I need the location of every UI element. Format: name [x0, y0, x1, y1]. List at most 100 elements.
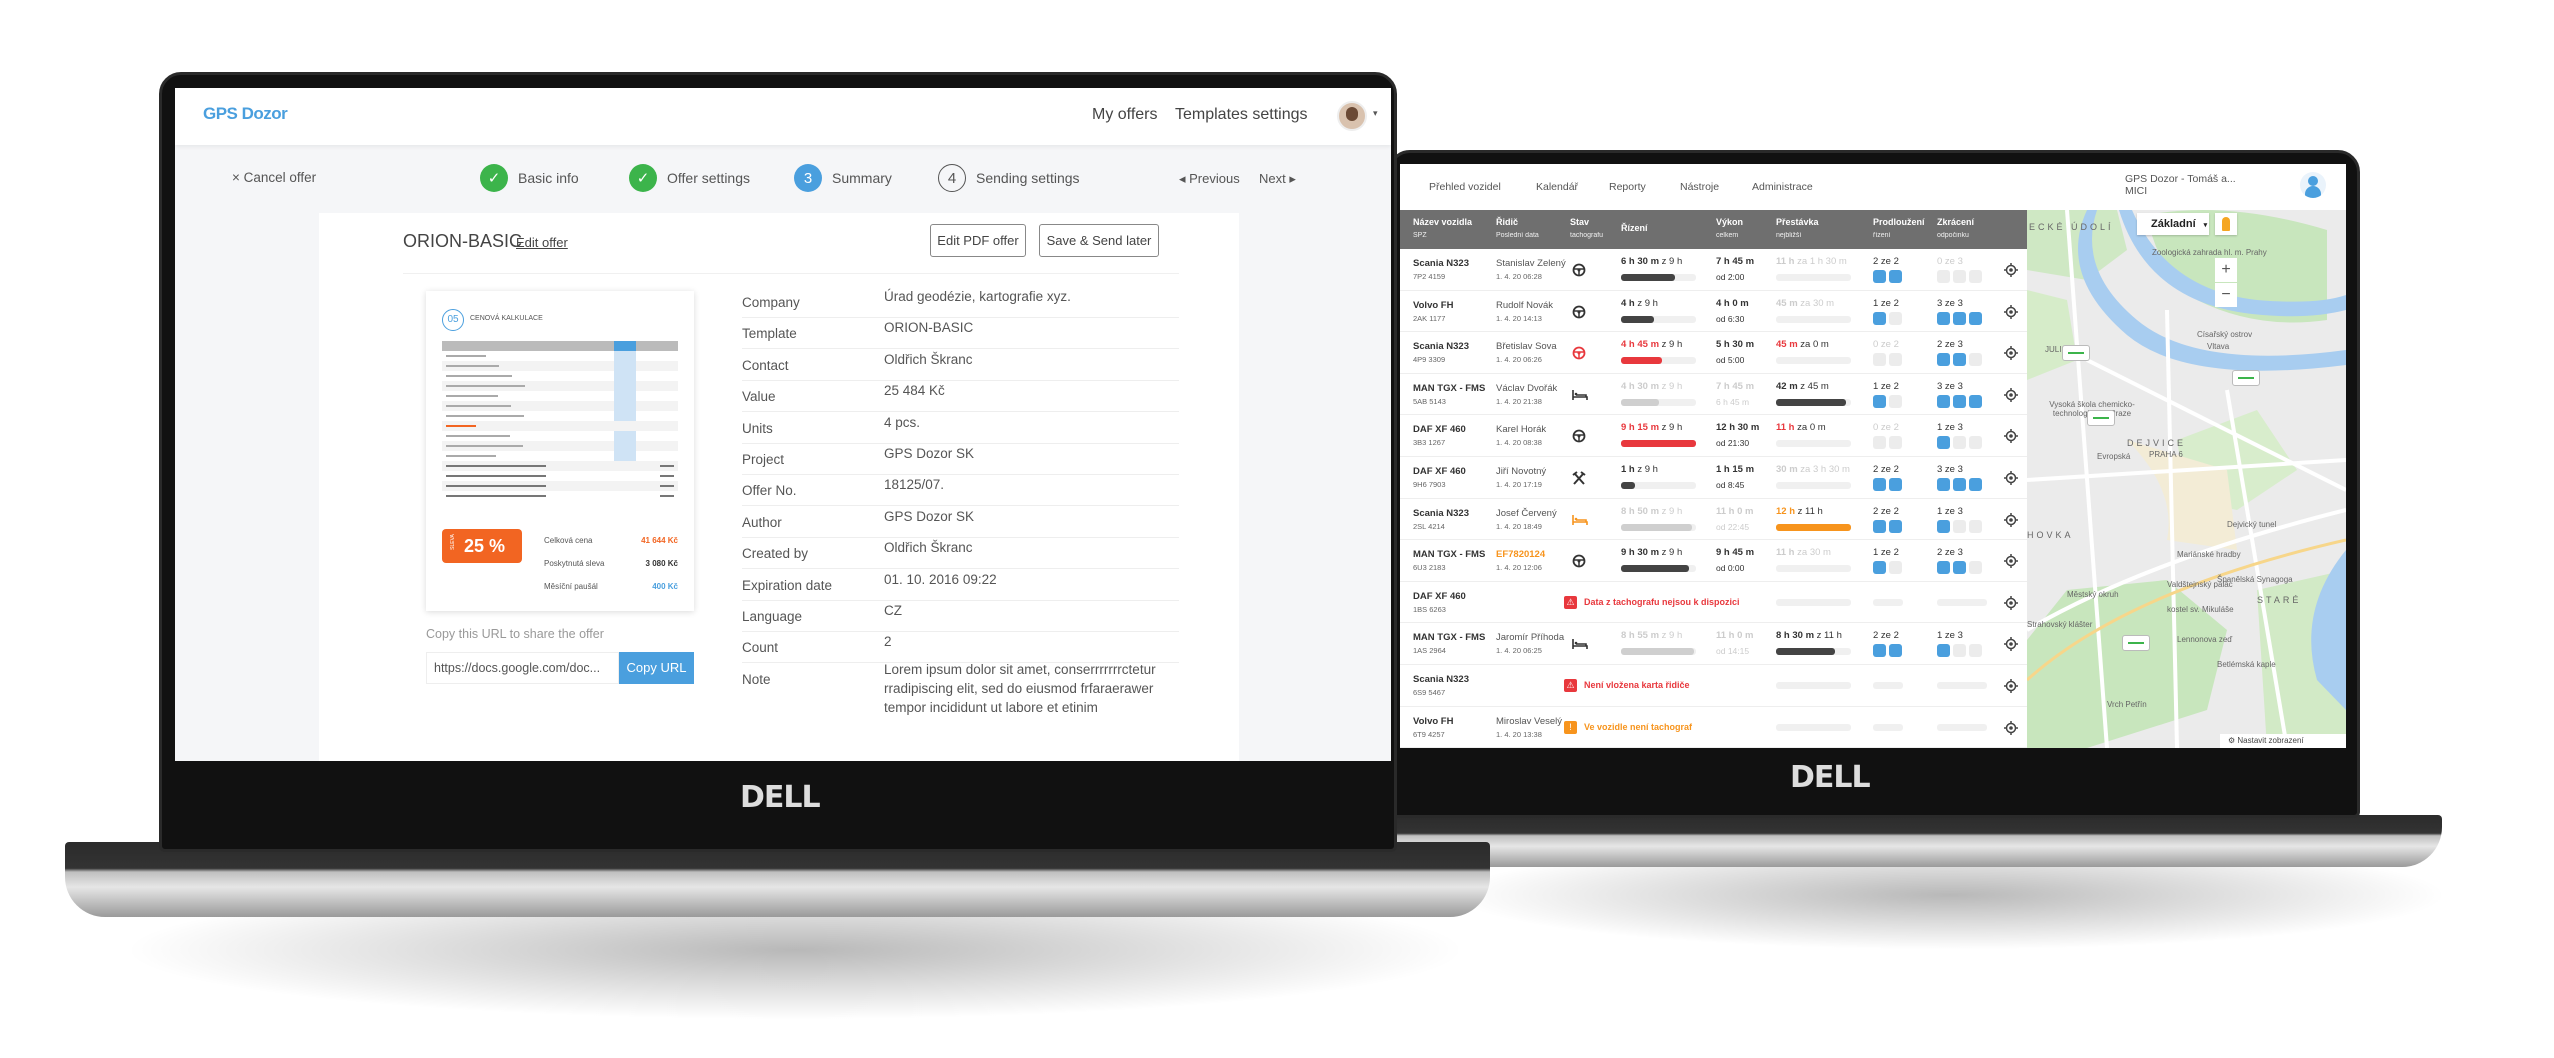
locate-target-icon[interactable] [2004, 637, 2018, 656]
table-row[interactable]: MAN TGX - FMS 5AB 5143 Václav Dvořák 1. 4. … [1400, 373, 2027, 416]
nav-my-offers[interactable]: My offers [1092, 106, 1158, 124]
table-row[interactable]: Scania N323 2SL 4214 Josef Červený 1. 4. 20… [1400, 498, 2027, 541]
share-url-label: Copy this URL to share the offer [426, 627, 604, 641]
locate-target-icon[interactable] [2004, 346, 2018, 365]
break-progress-bar [1776, 482, 1851, 489]
progress-fill [1776, 398, 1846, 406]
cancel-offer-button[interactable]: × Cancel offer [232, 170, 316, 185]
edit-offer-link[interactable]: Edit offer [516, 235, 568, 250]
vehicle-marker-icon[interactable] [2087, 410, 2115, 426]
vehicle-name[interactable]: Volvo FH [1413, 716, 1453, 727]
locate-target-icon[interactable] [2004, 304, 2018, 324]
vehicle-marker-icon[interactable] [2062, 345, 2090, 361]
column-header[interactable]: Zkrácení odpočinku [1937, 216, 1974, 242]
step-summary[interactable]: 3 Summary [794, 164, 892, 192]
break-progress-bar [1776, 315, 1851, 323]
vehicle-name[interactable]: Volvo FH [1413, 300, 1453, 311]
used-slot [1889, 644, 1902, 658]
nav-templates-settings[interactable]: Templates settings [1175, 106, 1308, 124]
step-basic-info[interactable]: ✓ Basic info [480, 164, 579, 192]
column-header[interactable]: Výkon celkem [1716, 216, 1743, 242]
map-type-select[interactable]: Základní ▾ [2137, 213, 2209, 235]
locate-target-icon[interactable] [2004, 387, 2018, 407]
column-header[interactable]: Řidič Poslední data [1496, 216, 1539, 242]
locate-target-icon[interactable] [2004, 471, 2018, 490]
table-row[interactable]: Volvo FH 6T9 4257 Miroslav Veselý 1. 4. 20 … [1400, 706, 2027, 748]
driver-name: Miroslav Veselý [1496, 715, 1562, 727]
nav-vehicles[interactable]: Přehled vozidel [1429, 181, 1501, 193]
locate-target-icon[interactable] [2004, 720, 2018, 740]
vehicle-name[interactable]: DAF XF 460 [1413, 591, 1466, 602]
copy-url-button[interactable]: Copy URL [619, 652, 694, 684]
vehicle-marker-icon[interactable] [2122, 635, 2150, 651]
account-sub: MICI [2125, 185, 2148, 197]
table-row[interactable]: DAF XF 460 3B3 1267 Karel Horák 1. 4. 20 08… [1400, 415, 2027, 457]
column-header[interactable]: Prodloužení řízení [1873, 216, 1925, 242]
work-since: od 14:15 [1716, 646, 1750, 657]
step-offer-settings[interactable]: ✓ Offer settings [629, 164, 750, 192]
table-row[interactable]: Volvo FH 2AK 1177 Rudolf Novák 1. 4. 20 14:… [1400, 290, 2027, 333]
account-menu[interactable]: GPS Dozor - Tomáš a... MICI [2125, 173, 2236, 197]
vehicle-name[interactable]: DAF XF 460 [1413, 424, 1466, 435]
user-avatar-icon[interactable] [2300, 172, 2326, 198]
locate-target-icon[interactable] [2004, 595, 2018, 615]
locate-target-icon[interactable] [2004, 263, 2018, 282]
vehicle-name[interactable]: MAN TGX - FMS [1413, 383, 1485, 394]
progress-fill [1621, 398, 1659, 406]
vehicle-name[interactable]: Scania N323 [1413, 341, 1469, 352]
map[interactable]: ECKÉ ÚDOLÍ Zoologická zahrada hl. m. Prah… [2027, 210, 2346, 748]
next-button[interactable]: Next ▸ [1259, 171, 1296, 187]
table-row[interactable]: DAF XF 460 9H6 7903 Jiří Novotný 1. 4. 20 1… [1400, 457, 2027, 499]
column-header[interactable]: Stav tachografu [1570, 216, 1603, 242]
zoom-out-button[interactable]: − [2215, 283, 2237, 307]
break-sub: za 0 m [1800, 339, 1829, 351]
vehicle-marker-icon[interactable] [2232, 370, 2260, 386]
locate-target-icon[interactable] [2004, 679, 2018, 698]
logo[interactable]: GPS Dozor [203, 104, 288, 124]
steering-wheel-icon [1572, 305, 1586, 324]
rest-reduction-indicators [1937, 436, 1985, 454]
nav-administration[interactable]: Administrace [1752, 181, 1813, 193]
edit-pdf-offer-button[interactable]: Edit PDF offer [930, 224, 1026, 257]
table-row[interactable]: DAF XF 460 1BS 6263 ⚠ Data z tachografu nej… [1400, 581, 2027, 624]
share-url-input[interactable]: https://docs.google.com/doc... [426, 652, 619, 684]
vehicle-name[interactable]: MAN TGX - FMS [1413, 632, 1485, 643]
driving-extension-count: 1 ze 2 [1873, 380, 1899, 392]
vehicle-name[interactable]: Scania N323 [1413, 674, 1469, 685]
nav-tools[interactable]: Nástroje [1680, 181, 1719, 193]
table-row[interactable]: Scania N323 6S9 5467 ⚠ Není vložena karta ř… [1400, 665, 2027, 707]
locate-target-icon[interactable] [2004, 512, 2018, 532]
nav-reports[interactable]: Reporty [1609, 181, 1646, 193]
table-row[interactable]: MAN TGX - FMS 6U3 2183 EF7820124 1. 4. 20 1… [1400, 540, 2027, 582]
vehicle-name[interactable]: Scania N323 [1413, 508, 1469, 519]
column-header[interactable]: Název vozidla SPZ [1413, 216, 1472, 242]
column-header[interactable]: Řízení [1621, 222, 1648, 235]
detail-value: 25 484 Kč [884, 383, 945, 399]
break-time: 8 h 30 m z 11 h [1776, 630, 1842, 641]
vehicle-name[interactable]: Scania N323 [1413, 258, 1469, 269]
zoom-in-button[interactable]: + [2215, 258, 2237, 282]
chevron-down-icon[interactable]: ▾ [1373, 108, 1378, 119]
column-header[interactable]: Přestávka nejbližší [1776, 216, 1819, 242]
driving-extension-indicators [1873, 394, 1905, 413]
table-row[interactable]: Scania N323 4P9 3309 Břetislav Sova 1. 4. 2… [1400, 332, 2027, 374]
previous-button[interactable]: ◂ Previous [1179, 171, 1240, 187]
vehicle-name[interactable]: DAF XF 460 [1413, 466, 1466, 477]
work-since: od 8:45 [1716, 480, 1745, 490]
locate-target-icon[interactable] [2004, 554, 2018, 573]
user-avatar[interactable] [1337, 101, 1367, 131]
step-sending-settings[interactable]: 4 Sending settings [938, 164, 1080, 192]
offer-pdf-preview[interactable]: 05 CENOVÁ KALKULACE SLEVA 25 % Celková c… [426, 291, 694, 611]
table-row[interactable]: MAN TGX - FMS 1AS 2964 Jaromír Příhoda 1. 4… [1400, 623, 2027, 665]
vehicle-name[interactable]: MAN TGX - FMS [1413, 549, 1485, 560]
street-view-pegman-icon[interactable] [2215, 213, 2237, 235]
save-send-later-button[interactable]: Save & Send later [1039, 224, 1159, 257]
locate-target-icon[interactable] [2004, 429, 2018, 448]
map-settings-button[interactable]: ⚙ Nastavit zobrazení [2220, 734, 2346, 748]
unused-slot [1969, 519, 1982, 533]
detail-label: Created by [742, 546, 809, 562]
preview-table-row [442, 411, 678, 421]
table-row[interactable]: Scania N323 7P2 4159 Stanislav Zelený 1. 4.… [1400, 249, 2027, 291]
tachograph-alert: Data z tachografu nejsou k dispozici [1584, 596, 1740, 607]
nav-calendar[interactable]: Kalendář [1536, 181, 1578, 193]
